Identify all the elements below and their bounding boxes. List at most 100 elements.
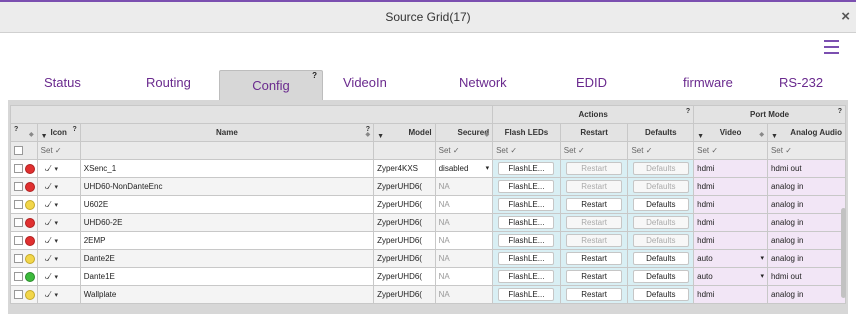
close-icon[interactable]: × [841, 8, 850, 25]
analog-audio-value[interactable]: analog in [771, 182, 803, 191]
name-cell[interactable]: 2EMP [79, 231, 375, 250]
chevron-down-icon[interactable]: ▾ [54, 166, 58, 173]
row-checkbox[interactable] [14, 164, 23, 173]
analog-audio-cell[interactable]: analog in [766, 195, 847, 214]
table-row[interactable]: ᴗ⁄ ▾ 2EMP ZyperUHD6(NA FlashLE... Restart Defa… [10, 231, 847, 250]
restart-button[interactable]: Restart [566, 162, 623, 175]
device-name[interactable]: XSenc_1 [84, 164, 116, 173]
table-row[interactable]: ᴗ⁄ ▾ U602E ZyperUHD6(NA FlashLE... Restart Def… [10, 195, 847, 214]
set-cell[interactable]: Set ✓ [766, 141, 847, 160]
video-cell[interactable]: auto ▾ [693, 249, 768, 268]
analog-audio-cell[interactable]: hdmi out [766, 267, 847, 286]
restart-button[interactable]: Restart [566, 234, 623, 247]
set-cell[interactable]: Set ✓ [559, 141, 629, 160]
analog-audio-value[interactable]: analog in [771, 254, 803, 263]
analog-audio-value[interactable]: analog in [771, 200, 803, 209]
table-row[interactable]: ᴗ⁄ ▾ XSenc_1 Zyper4KXS disabled ▾ FlashLE... Re… [10, 159, 847, 178]
set-cell[interactable]: Set ✓ [627, 141, 695, 160]
analog-audio-value[interactable]: analog in [771, 218, 803, 227]
name-cell[interactable]: Wallplate [79, 285, 375, 304]
analog-audio-cell[interactable]: analog in [766, 177, 847, 196]
chevron-down-icon[interactable]: ▾ [54, 202, 58, 209]
video-cell[interactable]: hdmi [693, 177, 768, 196]
set-cell[interactable]: Set ✓ [492, 141, 561, 160]
row-select-cell[interactable] [10, 249, 38, 268]
sort-icon[interactable]: ◆ [484, 131, 489, 138]
table-row[interactable]: ᴗ⁄ ▾ UHD60-2E ZyperUHD6(NA FlashLE... Restart… [10, 213, 847, 232]
hamburger-menu-icon[interactable] [824, 40, 839, 54]
video-mode-value[interactable]: auto [697, 272, 713, 281]
name-cell[interactable]: UHD60-NonDanteEnc [79, 177, 375, 196]
table-row[interactable]: ᴗ⁄ ▾ Wallplate ZyperUHD6(NA FlashLE... Restar… [10, 285, 847, 304]
icon-cell[interactable]: ᴗ⁄ ▾ [36, 213, 81, 232]
tab-config[interactable]: Config? [219, 70, 323, 101]
row-checkbox[interactable] [14, 218, 23, 227]
set-button[interactable]: Set ✓ [631, 146, 652, 155]
video-mode-value[interactable]: hdmi [697, 236, 714, 245]
chevron-down-icon[interactable]: ▾ [54, 184, 58, 191]
chevron-down-icon[interactable]: ▾ [486, 164, 490, 172]
name-cell[interactable]: UHD60-2E [79, 213, 375, 232]
defaults-button[interactable]: Defaults [632, 252, 689, 265]
row-select-cell[interactable] [10, 285, 38, 304]
icon-column-header[interactable]: Icon? ▼ [36, 123, 81, 142]
table-row[interactable]: ᴗ⁄ ▾ UHD60-NonDanteEnc ZyperUHD6(NA FlashLE.… [10, 177, 847, 196]
defaults-button[interactable]: Defaults [632, 162, 689, 175]
icon-cell[interactable]: ᴗ⁄ ▾ [36, 195, 81, 214]
icon-cell[interactable]: ᴗ⁄ ▾ [36, 231, 81, 250]
icon-cell[interactable]: ᴗ⁄ ▾ [36, 159, 81, 178]
select-column-header[interactable]: ? ◆ [10, 123, 38, 142]
secured-value[interactable]: disabled [439, 164, 469, 173]
set-button[interactable]: Set ✓ [41, 146, 62, 155]
set-button[interactable]: Set ✓ [439, 146, 460, 155]
flash-leds-column-header[interactable]: Flash LEDs [492, 123, 561, 142]
device-name[interactable]: UHD60-2E [84, 218, 123, 227]
device-name[interactable]: Dante1E [84, 272, 115, 281]
tab-videoin[interactable]: VideoIn [343, 75, 387, 90]
row-checkbox[interactable] [14, 182, 23, 191]
device-name[interactable]: U602E [84, 200, 108, 209]
help-icon[interactable]: ? [686, 108, 690, 115]
select-all-cell[interactable] [10, 141, 38, 160]
sort-icon[interactable]: ◆ [29, 131, 34, 138]
defaults-button[interactable]: Defaults [632, 234, 689, 247]
icon-cell[interactable]: ᴗ⁄ ▾ [36, 285, 81, 304]
help-icon[interactable]: ? [312, 61, 317, 91]
tab-firmware[interactable]: firmware [683, 75, 733, 90]
analog-audio-cell[interactable]: analog in [766, 249, 847, 268]
flash-leds-button[interactable]: FlashLE... [498, 288, 555, 301]
row-checkbox[interactable] [14, 254, 23, 263]
analog-audio-value[interactable]: analog in [771, 290, 803, 299]
filter-icon[interactable]: ▼ [697, 133, 704, 140]
chevron-down-icon[interactable]: ▾ [760, 254, 764, 262]
model-column-header[interactable]: Model ▼ [373, 123, 436, 142]
icon-cell[interactable]: ᴗ⁄ ▾ [36, 267, 81, 286]
defaults-button[interactable]: Defaults [632, 288, 689, 301]
tab-rs-232[interactable]: RS-232 [779, 75, 823, 90]
defaults-button[interactable]: Defaults [632, 216, 689, 229]
video-cell[interactable]: hdmi [693, 231, 768, 250]
tab-edid[interactable]: EDID [576, 75, 607, 90]
analog-audio-cell[interactable]: hdmi out [766, 159, 847, 178]
row-checkbox[interactable] [14, 200, 23, 209]
flash-leds-button[interactable]: FlashLE... [498, 270, 555, 283]
set-button[interactable]: Set ✓ [564, 146, 585, 155]
video-mode-value[interactable]: hdmi [697, 164, 714, 173]
defaults-button[interactable]: Defaults [632, 180, 689, 193]
flash-leds-button[interactable]: FlashLE... [498, 234, 555, 247]
video-mode-value[interactable]: hdmi [697, 182, 714, 191]
flash-leds-button[interactable]: FlashLE... [498, 162, 555, 175]
row-select-cell[interactable] [10, 267, 38, 286]
device-name[interactable]: 2EMP [84, 236, 106, 245]
video-cell[interactable]: hdmi [693, 159, 768, 178]
set-cell[interactable]: Set ✓ [693, 141, 768, 160]
tab-routing[interactable]: Routing [146, 75, 191, 90]
filter-icon[interactable]: ▼ [771, 133, 778, 140]
chevron-down-icon[interactable]: ▾ [54, 292, 58, 299]
device-name[interactable]: UHD60-NonDanteEnc [84, 182, 163, 191]
video-cell[interactable]: hdmi [693, 285, 768, 304]
tab-network[interactable]: Network [459, 75, 507, 90]
flash-leds-button[interactable]: FlashLE... [498, 252, 555, 265]
defaults-button[interactable]: Defaults [632, 270, 689, 283]
set-button[interactable]: Set ✓ [496, 146, 517, 155]
